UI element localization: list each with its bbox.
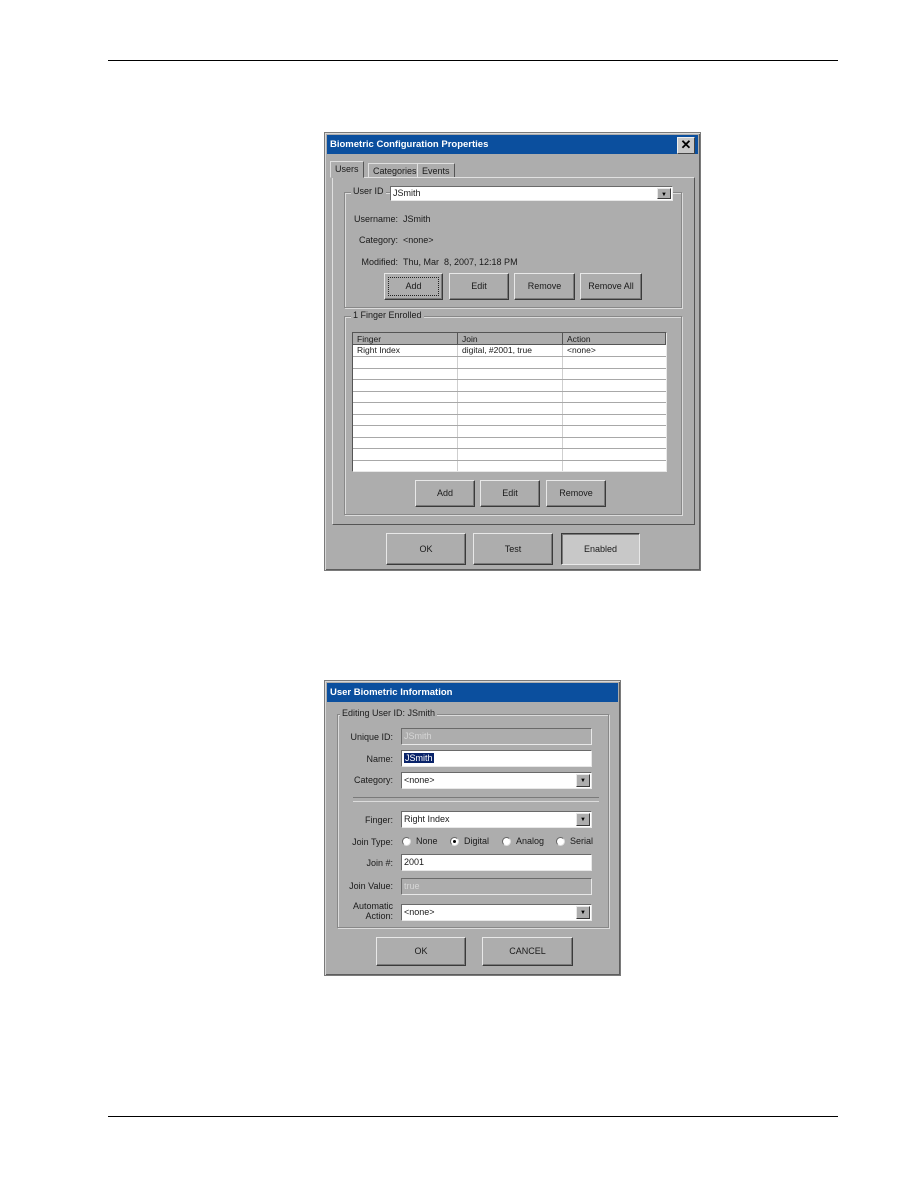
remove-all-users-button[interactable]: Remove All bbox=[580, 273, 642, 300]
dialog-title: User Biometric Information bbox=[330, 687, 453, 698]
tab-panel: User ID JSmith ▼ Username: JSmith Catego… bbox=[332, 177, 695, 525]
radio-none-label: None bbox=[416, 836, 438, 846]
join-number-label: Join #: bbox=[366, 858, 393, 868]
column-header-finger[interactable]: Finger bbox=[353, 333, 458, 345]
chevron-down-icon[interactable]: ▼ bbox=[576, 813, 590, 826]
close-icon[interactable]: ✕ bbox=[677, 137, 695, 154]
page-header-rule bbox=[108, 60, 838, 61]
user-id-dropdown[interactable]: JSmith ▼ bbox=[390, 186, 673, 201]
editing-user-label: Editing User ID: JSmith bbox=[340, 708, 438, 718]
radio-serial-label: Serial bbox=[570, 836, 594, 846]
table-row[interactable]: Right Index digital, #2001, true <none> bbox=[353, 345, 666, 357]
biometric-configuration-dialog: Biometric Configuration Properties ✕ Use… bbox=[324, 132, 701, 571]
user-id-value: JSmith bbox=[393, 188, 421, 198]
username-value: JSmith bbox=[403, 214, 431, 224]
automatic-action-label-line2: Action: bbox=[365, 911, 393, 921]
category-value: <none> bbox=[404, 775, 435, 785]
radio-none[interactable]: None bbox=[402, 836, 438, 846]
cell-join: digital, #2001, true bbox=[462, 345, 532, 355]
name-field[interactable]: JSmith bbox=[401, 750, 592, 767]
enabled-toggle-button[interactable]: Enabled bbox=[561, 533, 640, 565]
remove-user-button[interactable]: Remove bbox=[514, 273, 575, 300]
dialog-title-bar: Biometric Configuration Properties ✕ bbox=[327, 135, 698, 154]
category-value: <none> bbox=[403, 235, 434, 245]
join-value-label: Join Value: bbox=[349, 881, 393, 891]
separator bbox=[353, 797, 599, 802]
finger-dropdown[interactable]: Right Index ▼ bbox=[401, 811, 592, 828]
radio-analog-circle[interactable] bbox=[502, 836, 511, 846]
column-header-join[interactable]: Join bbox=[458, 333, 563, 345]
finger-value: Right Index bbox=[404, 814, 450, 824]
radio-digital-label: Digital bbox=[464, 836, 490, 846]
user-id-label: User ID bbox=[351, 186, 386, 196]
automatic-action-label-line1: Automatic bbox=[352, 901, 393, 911]
edit-finger-button[interactable]: Edit bbox=[480, 480, 540, 507]
dialog-title-bar: User Biometric Information bbox=[327, 683, 618, 702]
empty-row bbox=[353, 414, 666, 426]
ok-button[interactable]: OK bbox=[376, 937, 466, 966]
join-type-label: Join Type: bbox=[352, 837, 393, 847]
radio-analog[interactable]: Analog bbox=[502, 836, 544, 846]
ok-button[interactable]: OK bbox=[386, 533, 466, 565]
add-user-button[interactable]: Add bbox=[384, 273, 443, 300]
tab-events[interactable]: Events bbox=[417, 163, 455, 178]
chevron-down-icon[interactable]: ▼ bbox=[576, 774, 590, 787]
page-footer-rule bbox=[108, 1116, 838, 1117]
radio-digital[interactable]: Digital bbox=[450, 836, 489, 846]
radio-digital-circle[interactable] bbox=[450, 836, 459, 846]
finger-list-header: Finger Join Action bbox=[353, 333, 666, 345]
automatic-action-dropdown[interactable]: <none> ▼ bbox=[401, 904, 592, 921]
tab-categories[interactable]: Categories bbox=[368, 163, 422, 178]
radio-serial-circle[interactable] bbox=[556, 836, 565, 846]
chevron-down-icon[interactable]: ▼ bbox=[657, 188, 671, 199]
automatic-action-label: Automatic Action: bbox=[335, 901, 393, 921]
cell-finger: Right Index bbox=[357, 345, 400, 355]
username-label: Username: bbox=[353, 214, 398, 224]
fingers-enrolled-label: 1 Finger Enrolled bbox=[351, 310, 424, 320]
tab-users[interactable]: Users bbox=[330, 161, 364, 178]
dialog-title: Biometric Configuration Properties bbox=[330, 139, 489, 150]
empty-row bbox=[353, 437, 666, 449]
edit-user-button[interactable]: Edit bbox=[449, 273, 509, 300]
unique-id-label: Unique ID: bbox=[350, 732, 393, 742]
add-finger-button[interactable]: Add bbox=[415, 480, 475, 507]
join-value-field: true bbox=[401, 878, 592, 895]
name-label: Name: bbox=[366, 754, 393, 764]
cell-action: <none> bbox=[567, 345, 596, 355]
unique-id-field: JSmith bbox=[401, 728, 592, 745]
test-button[interactable]: Test bbox=[473, 533, 553, 565]
radio-serial[interactable]: Serial bbox=[556, 836, 593, 846]
radio-analog-label: Analog bbox=[516, 836, 545, 846]
cancel-button[interactable]: CANCEL bbox=[482, 937, 573, 966]
modified-value: Thu, Mar 8, 2007, 12:18 PM bbox=[403, 257, 518, 267]
category-dropdown[interactable]: <none> ▼ bbox=[401, 772, 592, 789]
automatic-action-value: <none> bbox=[404, 907, 435, 917]
empty-row bbox=[353, 368, 666, 380]
empty-row bbox=[353, 449, 666, 461]
join-number-field[interactable]: 2001 bbox=[401, 854, 592, 871]
finger-label: Finger: bbox=[364, 815, 393, 825]
category-label: Category: bbox=[353, 775, 393, 785]
radio-none-circle[interactable] bbox=[402, 836, 411, 846]
remove-finger-button[interactable]: Remove bbox=[546, 480, 606, 507]
chevron-down-icon[interactable]: ▼ bbox=[576, 906, 590, 919]
finger-list[interactable]: Finger Join Action Right Index digital, … bbox=[352, 332, 667, 472]
column-header-action[interactable]: Action bbox=[563, 333, 666, 345]
empty-row bbox=[353, 391, 666, 403]
name-value-selected: JSmith bbox=[404, 753, 434, 763]
user-biometric-information-dialog: User Biometric Information Editing User … bbox=[324, 680, 621, 976]
modified-label: Modified: bbox=[361, 257, 398, 267]
category-label: Category: bbox=[358, 235, 398, 245]
